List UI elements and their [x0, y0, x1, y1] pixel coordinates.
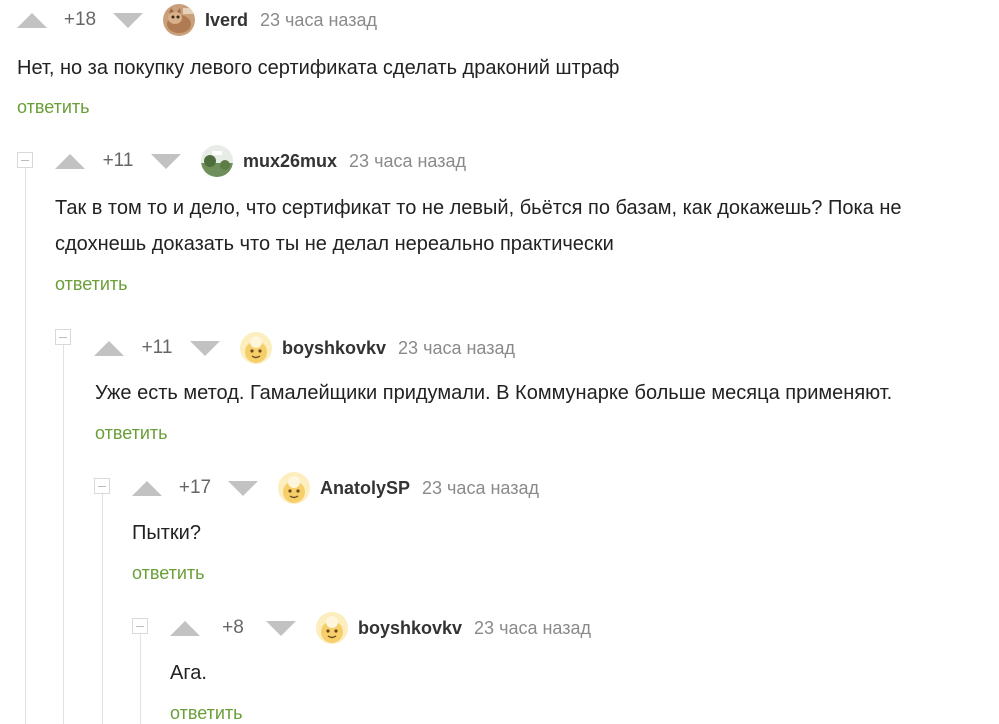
comment-header: +11 boyshkovkv 23 часа назад [94, 332, 515, 364]
comment-text-line: Так в том то и дело, что сертификат то н… [55, 197, 902, 219]
avatar[interactable] [201, 145, 233, 177]
comment-text-line: Уже есть метод. Гамалейщики придумали. В… [95, 382, 893, 404]
comment-header: +18 Iverd 23 часа назад [17, 4, 377, 36]
author-name[interactable]: Iverd [205, 10, 248, 31]
collapse-thread-button[interactable] [94, 478, 110, 494]
comment-text: Нет, но за покупку левого сертификата сд… [17, 50, 619, 86]
landscape-photo-avatar [201, 145, 233, 177]
comment-text: Ага. [170, 655, 207, 691]
comment-text: Так в том то и дело, что сертификат то н… [55, 190, 902, 262]
comment-header: +17 AnatolySP 23 часа назад [132, 472, 539, 504]
thread-line [102, 494, 103, 724]
thread-line [63, 345, 64, 724]
comment-time: 23 часа назад [260, 9, 377, 30]
downvote-icon[interactable] [151, 153, 181, 169]
comment-text-line: сдохнешь доказать что ты не делал нереал… [55, 233, 614, 255]
avatar[interactable] [163, 4, 195, 36]
reply-link[interactable]: ответить [170, 703, 243, 724]
upvote-icon[interactable] [17, 12, 47, 28]
collapse-thread-button[interactable] [55, 329, 71, 345]
upvote-icon[interactable] [170, 620, 200, 636]
default-face-avatar [278, 472, 310, 504]
upvote-icon[interactable] [132, 480, 162, 496]
comment-text-line: Нет, но за покупку левого сертификата сд… [17, 57, 620, 79]
comment-header: +8 boyshkovkv 23 часа назад [170, 612, 591, 644]
default-face-avatar [240, 332, 272, 364]
comment-text-line: Пытки? [132, 522, 201, 544]
thread-line [25, 168, 26, 724]
upvote-icon[interactable] [94, 340, 124, 356]
comment-text-line: Ага. [170, 662, 207, 684]
reply-link[interactable]: ответить [17, 97, 90, 118]
cat-photo-avatar [163, 4, 195, 36]
downvote-icon[interactable] [190, 340, 220, 356]
comment-time: 23 часа назад [349, 150, 466, 171]
comment-time: 23 часа назад [474, 617, 591, 638]
downvote-icon[interactable] [266, 620, 296, 636]
avatar[interactable] [278, 472, 310, 504]
comment-text: Пытки? [132, 515, 201, 551]
reply-link[interactable]: ответить [55, 274, 128, 295]
author-name[interactable]: boyshkovkv [282, 338, 386, 359]
downvote-icon[interactable] [228, 480, 258, 496]
collapse-thread-button[interactable] [132, 618, 148, 634]
author-name[interactable]: boyshkovkv [358, 618, 462, 639]
comment-rating: +11 [141, 337, 173, 358]
upvote-icon[interactable] [55, 153, 85, 169]
avatar[interactable] [240, 332, 272, 364]
default-face-avatar [316, 612, 348, 644]
comment-header: +11 mux26mux 23 часа назад [55, 145, 466, 177]
comment-rating: +11 [102, 150, 134, 171]
author-name[interactable]: mux26mux [243, 151, 337, 172]
downvote-icon[interactable] [113, 12, 143, 28]
reply-link[interactable]: ответить [95, 423, 168, 444]
collapse-thread-button[interactable] [17, 152, 33, 168]
avatar[interactable] [316, 612, 348, 644]
comment-rating: +18 [63, 9, 97, 30]
thread-line [140, 634, 141, 724]
comment-time: 23 часа назад [398, 337, 515, 358]
comment-text: Уже есть метод. Гамалейщики придумали. В… [95, 375, 892, 411]
comment-rating: +8 [222, 617, 244, 638]
author-name[interactable]: AnatolySP [320, 478, 410, 499]
comment-time: 23 часа назад [422, 477, 539, 498]
comment-rating: +17 [178, 477, 212, 498]
reply-link[interactable]: ответить [132, 563, 205, 584]
